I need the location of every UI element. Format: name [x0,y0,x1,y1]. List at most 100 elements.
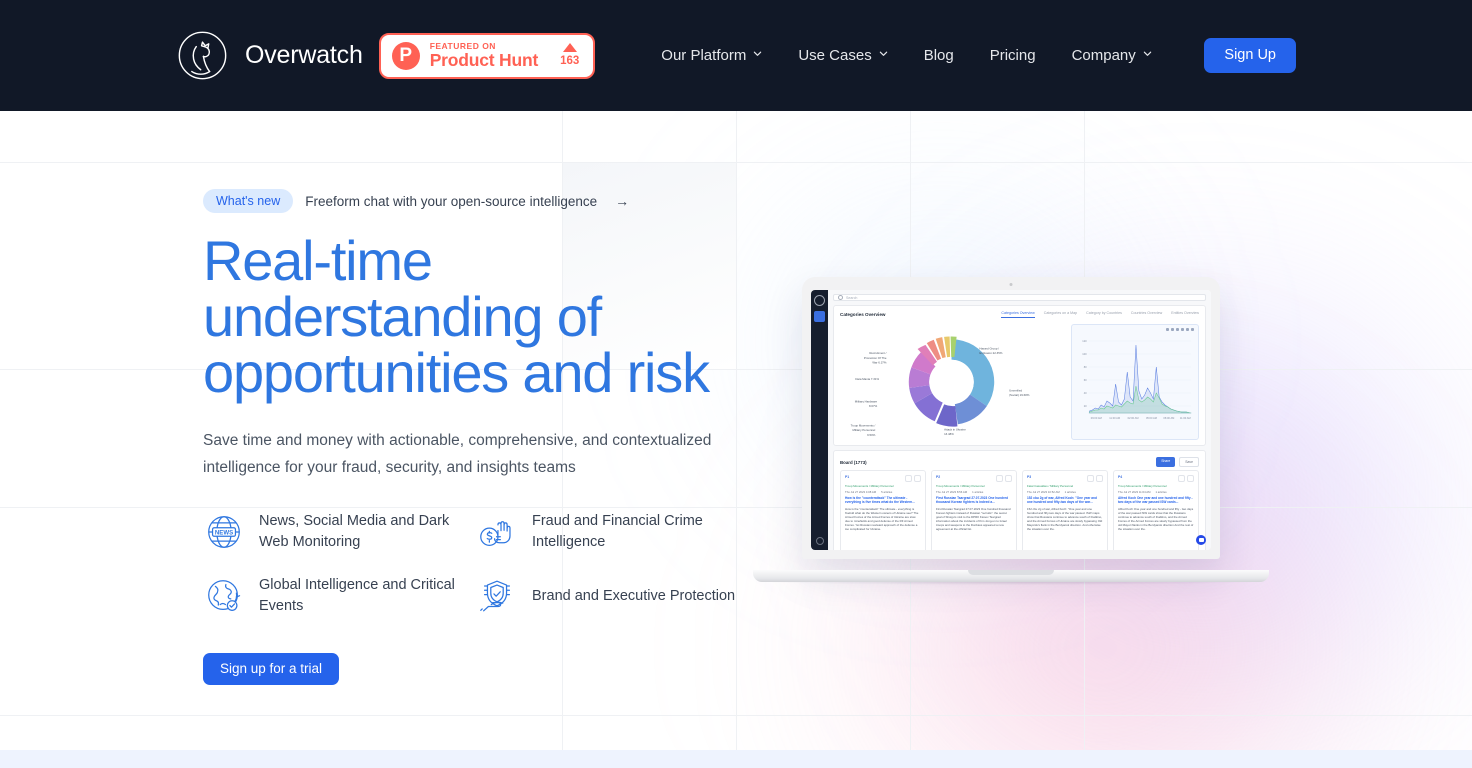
donut-label: Military Hardware [855,399,878,403]
news-card-meta: Thu Jul 27 2023 4:08 AM 5 articles [845,490,921,494]
news-card-body: How is the "counterattack" The ultimate … [845,506,919,532]
nav-label: Pricing [989,47,1036,64]
search-input[interactable]: Search [846,296,857,300]
board-share-button[interactable]: Share [1156,457,1176,467]
chart-tool-icon[interactable] [1171,328,1174,331]
chart-menu-icon[interactable] [1191,328,1194,331]
news-card-actions[interactable] [996,475,1012,482]
news-card[interactable]: P4 Troop Movements / Military Personnel … [1113,470,1199,550]
donut-label: Recruitment / [869,351,886,355]
feature-list: NEWS News, Social Media and Dark Web Mon… [203,511,763,617]
landing-page: Overwatch P FEATURED ON Product Hunt 163… [0,0,1472,768]
thumbs-up-icon[interactable] [905,475,912,482]
news-card-article-count: 1 articles [1155,490,1167,494]
primary-navigation: Our Platform Use Cases Blog Pricing Comp… [643,39,1169,72]
laptop-lid: Search Categories Overview Categories Ov… [802,277,1220,559]
charts-row: Hazard Group / Explosion 22.35% Unverifi… [840,324,1199,440]
nav-label: Use Cases [798,47,872,64]
thumbs-down-icon[interactable] [914,475,921,482]
svg-text:11:00 AM: 11:00 AM [1180,416,1191,420]
card-tabs: Categories Overview Categories on a Map … [1001,311,1199,318]
svg-text:09:00 AM: 09:00 AM [1091,416,1102,420]
nav-item-blog[interactable]: Blog [906,39,972,72]
sidebar-help-icon[interactable] [815,537,824,545]
chart-zoom-icon[interactable] [1176,328,1179,331]
card-header: Categories Overview Categories Overview … [840,311,1199,318]
news-card-body: 152 cbu 2g of war, Alfred Koch: "One yea… [1027,506,1103,532]
chevron-down-icon [753,49,762,58]
news-card-body: Alfred Koch One year and one hundred and… [1118,506,1194,532]
chart-pan-icon[interactable] [1181,328,1184,331]
news-card-headline[interactable]: First Russian Tsargrad 27.07.2023 One hu… [936,496,1012,505]
chat-bubble-button[interactable] [1196,535,1206,545]
sign-up-button[interactable]: Sign Up [1204,38,1296,73]
news-card-actions[interactable] [1087,475,1103,482]
product-hunt-badge[interactable]: P FEATURED ON Product Hunt 163 [378,32,596,79]
feature-label: Global Intelligence and Critical Events [259,577,455,615]
news-card-headline[interactable]: 152 cbu 2g of war, Alfred Koch: "One yea… [1027,496,1103,505]
nav-item-company[interactable]: Company [1054,39,1170,72]
news-card[interactable]: P1 Troop Movements / Military Personnel … [840,470,926,550]
news-card-headline[interactable]: Alfred Koch One year and one hundred and… [1118,496,1194,505]
tab-category-by-countries[interactable]: Category by Countries [1086,311,1122,318]
tab-countries-overview[interactable]: Countries Overview [1131,311,1162,318]
brand[interactable]: Overwatch [174,27,363,84]
news-card-date: Thu Jul 27 2023 8:56 AM [936,490,968,494]
tab-categories-on-a-map[interactable]: Categories on a Map [1044,311,1077,318]
thumbs-up-icon[interactable] [996,475,1003,482]
announcement-text: Freeform chat with your open-source inte… [305,193,598,209]
nav-item-pricing[interactable]: Pricing [972,39,1054,72]
news-card-top: P2 [936,475,1012,482]
laptop-camera-icon [1009,283,1013,286]
product-hunt-title: Product Hunt [429,50,539,70]
svg-text:80: 80 [1084,365,1087,369]
chart-tool-icon[interactable] [1166,328,1169,331]
nav-item-our-platform[interactable]: Our Platform [643,39,780,72]
hero-subhead: Save time and money with actionable, com… [203,432,712,477]
news-card-meta: Thu Jul 27 2023 11:04 AM 1 articles [1118,490,1194,494]
news-card[interactable]: P2 Troop Movements / Military Personnel … [931,470,1017,550]
nav-item-use-cases[interactable]: Use Cases [780,39,905,72]
donut-label: War 6.37% [872,360,887,364]
feature-item: Brand and Executive Protection [476,575,749,617]
brand-name: Overwatch [245,41,363,69]
sidebar-item-dashboard[interactable] [814,311,825,322]
categories-donut-chart: Hazard Group / Explosion 22.35% Unverifi… [840,324,1063,440]
thumbs-down-icon[interactable] [1187,475,1194,482]
svg-text:05:00 AM: 05:00 AM [1146,416,1157,420]
thumbs-up-icon[interactable] [1178,475,1185,482]
svg-text:20: 20 [1084,404,1087,408]
feature-item: Global Intelligence and Critical Events [203,575,476,617]
product-hunt-vote-count: 163 [560,55,580,68]
dashboard-search-bar[interactable]: Search [833,294,1206,301]
sign-up-for-trial-button[interactable]: Sign up for a trial [203,653,340,686]
board-title: Board (1773) [840,459,867,465]
thumbs-down-icon[interactable] [1096,475,1103,482]
chart-toolbar[interactable] [1166,328,1194,331]
fraud-money-hand-icon [476,511,518,553]
next-section-band [0,750,1472,768]
shield-hand-icon [476,575,518,617]
feature-item: Fraud and Financial Crime Intelligence [476,511,749,553]
chevron-down-icon [1143,49,1152,58]
product-hunt-votes: 163 [560,43,579,68]
donut-label: Promotion Of The [864,356,887,360]
chart-home-icon[interactable] [1186,328,1189,331]
news-card-actions[interactable] [1178,475,1194,482]
thumbs-down-icon[interactable] [1005,475,1012,482]
board-save-button[interactable]: Save [1179,457,1199,467]
laptop-screen: Search Categories Overview Categories Ov… [811,290,1211,550]
grid-line-horizontal [0,715,1472,716]
tab-categories-overview[interactable]: Categories Overview [1001,311,1035,318]
news-card-headline[interactable]: How is the "counterattack" The ultimate … [845,496,921,505]
nav-label: Company [1071,47,1136,64]
whats-new-announcement[interactable]: What's new Freeform chat with your open-… [203,189,763,213]
tab-entities-overview[interactable]: Entities Overview [1171,311,1199,318]
news-card-actions[interactable] [905,475,921,482]
categories-overview-card: Categories Overview Categories Overview … [833,305,1206,446]
donut-label: (Social) 19.68% [1009,393,1030,397]
global-intelligence-icon [203,575,245,617]
thumbs-up-icon[interactable] [1087,475,1094,482]
feature-label: Brand and Executive Protection [532,587,736,604]
news-card[interactable]: P3 Fatal Casualties / Military Personnel… [1022,470,1108,550]
